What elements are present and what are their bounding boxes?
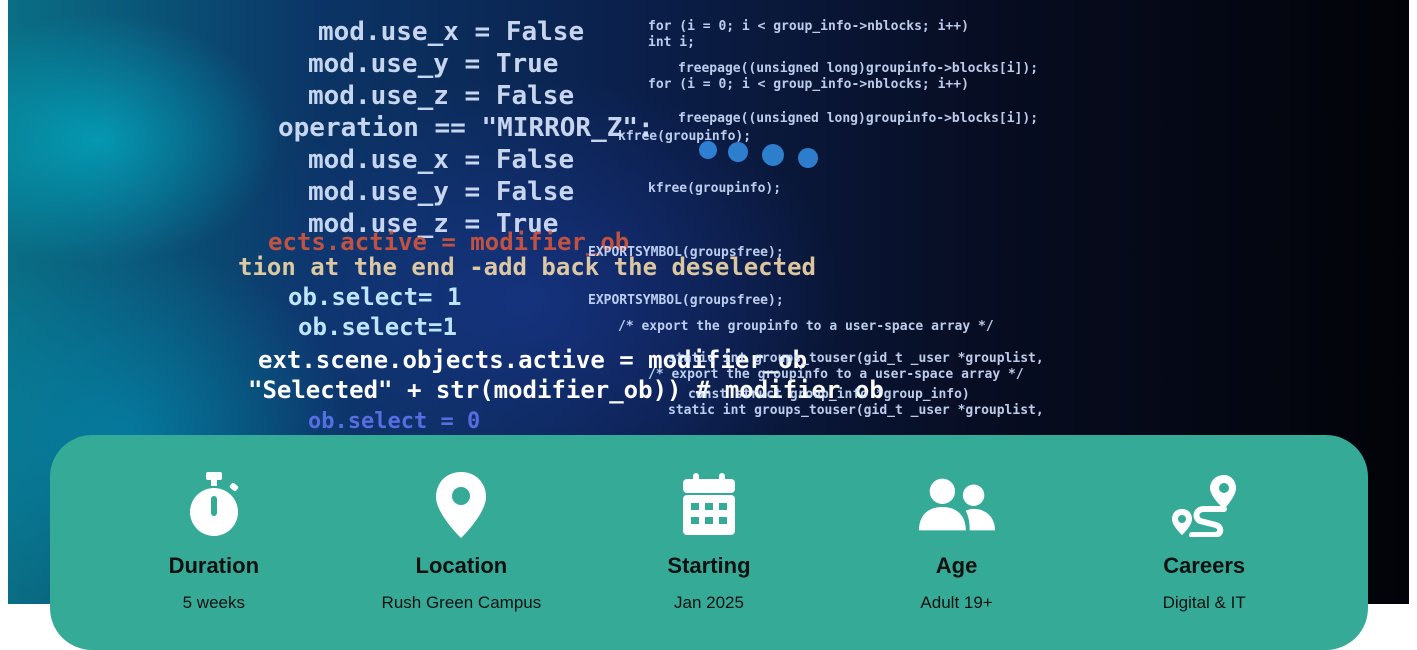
info-value: 5 weeks (182, 593, 245, 612)
course-info-bar: Duration 5 weeks Location Rush Green Cam… (50, 435, 1368, 650)
code-line: freepage((unsigned long)groupinfo->block… (678, 111, 1038, 126)
info-value: Digital & IT (1162, 593, 1246, 612)
code-line: /* export the groupinfo to a user-space … (618, 319, 994, 334)
code-line: ob.select = 0 (308, 409, 480, 434)
info-duration: Duration 5 weeks (104, 435, 324, 613)
code-line: static int groups_touser(gid_t _user *gr… (668, 403, 1044, 418)
calendar-icon (669, 465, 749, 545)
code-line: ects.active = modifier_ob (268, 228, 629, 256)
code-line: for (i = 0; i < group_info->nblocks; i++… (648, 19, 969, 34)
code-line: mod.use_x = False (318, 17, 584, 47)
code-line: mod.use_y = False (308, 177, 574, 207)
info-value: Rush Green Campus (381, 593, 542, 612)
info-value: Jan 2025 (674, 593, 744, 612)
code-line: /* export the groupinfo to a user-space … (648, 367, 1024, 382)
info-age: Age Adult 19+ (847, 435, 1067, 613)
code-line: mod.use_x = False (308, 145, 574, 175)
stopwatch-icon (174, 465, 254, 545)
code-line: const struct group_info *group_info) (688, 387, 970, 402)
code-line: freepage((unsigned long)groupinfo->block… (678, 61, 1038, 76)
info-location: Location Rush Green Campus (351, 435, 571, 613)
info-label: Location (415, 553, 508, 578)
info-label: Starting (667, 553, 751, 578)
map-pin-icon (421, 465, 501, 545)
code-line: mod.use_y = True (308, 49, 558, 79)
code-line: operation == "MIRROR_Z": (278, 113, 654, 143)
code-line: ob.select= 1 (288, 283, 461, 311)
page: mod.use_x = False mod.use_y = True mod.u… (0, 0, 1417, 650)
code-line: mod.use_z = False (308, 81, 574, 111)
info-value: Adult 19+ (920, 593, 993, 612)
info-label: Age (935, 553, 978, 578)
info-label: Careers (1163, 553, 1246, 578)
code-line: EXPORTSYMBOL(groupsfree); (588, 245, 784, 260)
code-line: kfree(groupinfo); (618, 129, 751, 144)
info-starting: Starting Jan 2025 (599, 435, 819, 613)
info-label: Duration (168, 553, 260, 578)
code-line: EXPORTSYMBOL(groupsfree); (588, 293, 784, 308)
code-line: int i; (648, 35, 695, 50)
info-careers: Careers Digital & IT (1094, 435, 1314, 613)
code-line: for (i = 0; i < group_info->nblocks; i++… (648, 77, 969, 92)
users-icon (917, 465, 997, 545)
code-line: ob.select=1 (298, 313, 457, 341)
route-icon (1164, 465, 1244, 545)
code-line: kfree(groupinfo); (648, 181, 781, 196)
code-line: static int groups_touser(gid_t _user *gr… (668, 351, 1044, 366)
